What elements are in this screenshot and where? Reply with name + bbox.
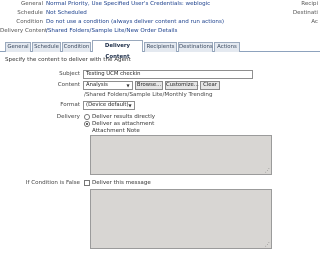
resize-grip-icon[interactable]: ⋰ bbox=[265, 243, 270, 248]
deliver-attachment-label: Deliver as attachment bbox=[92, 121, 155, 127]
tab-general[interactable]: General bbox=[5, 42, 31, 52]
deliver-message-checkbox[interactable] bbox=[84, 180, 90, 186]
subject-input[interactable]: Testing UCM checkin bbox=[83, 70, 253, 79]
content-type-select[interactable]: Analysis ▼ bbox=[83, 81, 133, 90]
tab-schedule[interactable]: Schedule bbox=[32, 42, 61, 52]
deliver-directly-label: Deliver results directly bbox=[92, 114, 156, 120]
chevron-down-icon: ▼ bbox=[126, 83, 130, 88]
summary-delivery-value: /Shared Folders/Sample Lite/New Order De… bbox=[46, 28, 178, 34]
summary-schedule-value: Not Scheduled bbox=[46, 10, 87, 16]
summary-general-value: Normal Priority, Use Specified User's Cr… bbox=[46, 1, 211, 7]
clear-button[interactable]: Clear bbox=[200, 81, 220, 90]
subject-label: Subject bbox=[59, 71, 80, 77]
deliver-directly-radio[interactable] bbox=[84, 114, 90, 120]
attachment-note-textarea[interactable]: ⋰ bbox=[90, 135, 272, 175]
summary-actions-label: Ac bbox=[311, 19, 318, 25]
form-intro: Specify the content to deliver with the … bbox=[5, 57, 131, 63]
summary-condition-label: Condition bbox=[16, 19, 43, 25]
agent-tab-bar: General Schedule Condition Delivery Cont… bbox=[0, 40, 320, 60]
delivery-label: Delivery bbox=[56, 114, 80, 120]
content-label: Content bbox=[57, 82, 80, 88]
tab-actions[interactable]: Actions bbox=[214, 42, 240, 52]
summary-schedule-label: Schedule bbox=[17, 10, 43, 16]
deliver-attachment-radio[interactable] bbox=[84, 121, 90, 127]
condition-false-label: If Condition is False bbox=[25, 180, 80, 186]
customize-button[interactable]: Customize... bbox=[165, 81, 199, 90]
condition-message-textarea[interactable]: ⋰ bbox=[90, 189, 272, 249]
content-type-value: Analysis bbox=[86, 82, 108, 88]
format-label: Format bbox=[60, 102, 80, 108]
summary-general-label: General bbox=[20, 1, 43, 7]
chevron-down-icon: ▼ bbox=[128, 103, 132, 108]
format-value: (Device default) bbox=[86, 102, 129, 108]
summary-delivery-label: Delivery Content bbox=[0, 28, 48, 34]
content-path: /Shared Folders/Sample Lite/Monthly Tren… bbox=[84, 92, 213, 98]
resize-grip-icon[interactable]: ⋰ bbox=[265, 169, 270, 174]
summary-destinations-label: Destinati bbox=[292, 10, 318, 16]
attachment-note-label: Attachment Note bbox=[92, 128, 140, 134]
tab-delivery-content[interactable]: Delivery Content bbox=[92, 40, 143, 60]
browse-button[interactable]: Browse... bbox=[135, 81, 163, 90]
tab-recipients[interactable]: Recipients bbox=[144, 42, 177, 52]
format-select[interactable]: (Device default) ▼ bbox=[83, 101, 135, 110]
summary-condition-value: Do not use a condition (always deliver c… bbox=[46, 19, 225, 25]
summary-recipients-label: Recipi bbox=[301, 1, 318, 7]
deliver-message-label: Deliver this message bbox=[92, 180, 151, 186]
tab-condition[interactable]: Condition bbox=[62, 42, 91, 52]
tab-destinations[interactable]: Destinations bbox=[178, 42, 213, 52]
